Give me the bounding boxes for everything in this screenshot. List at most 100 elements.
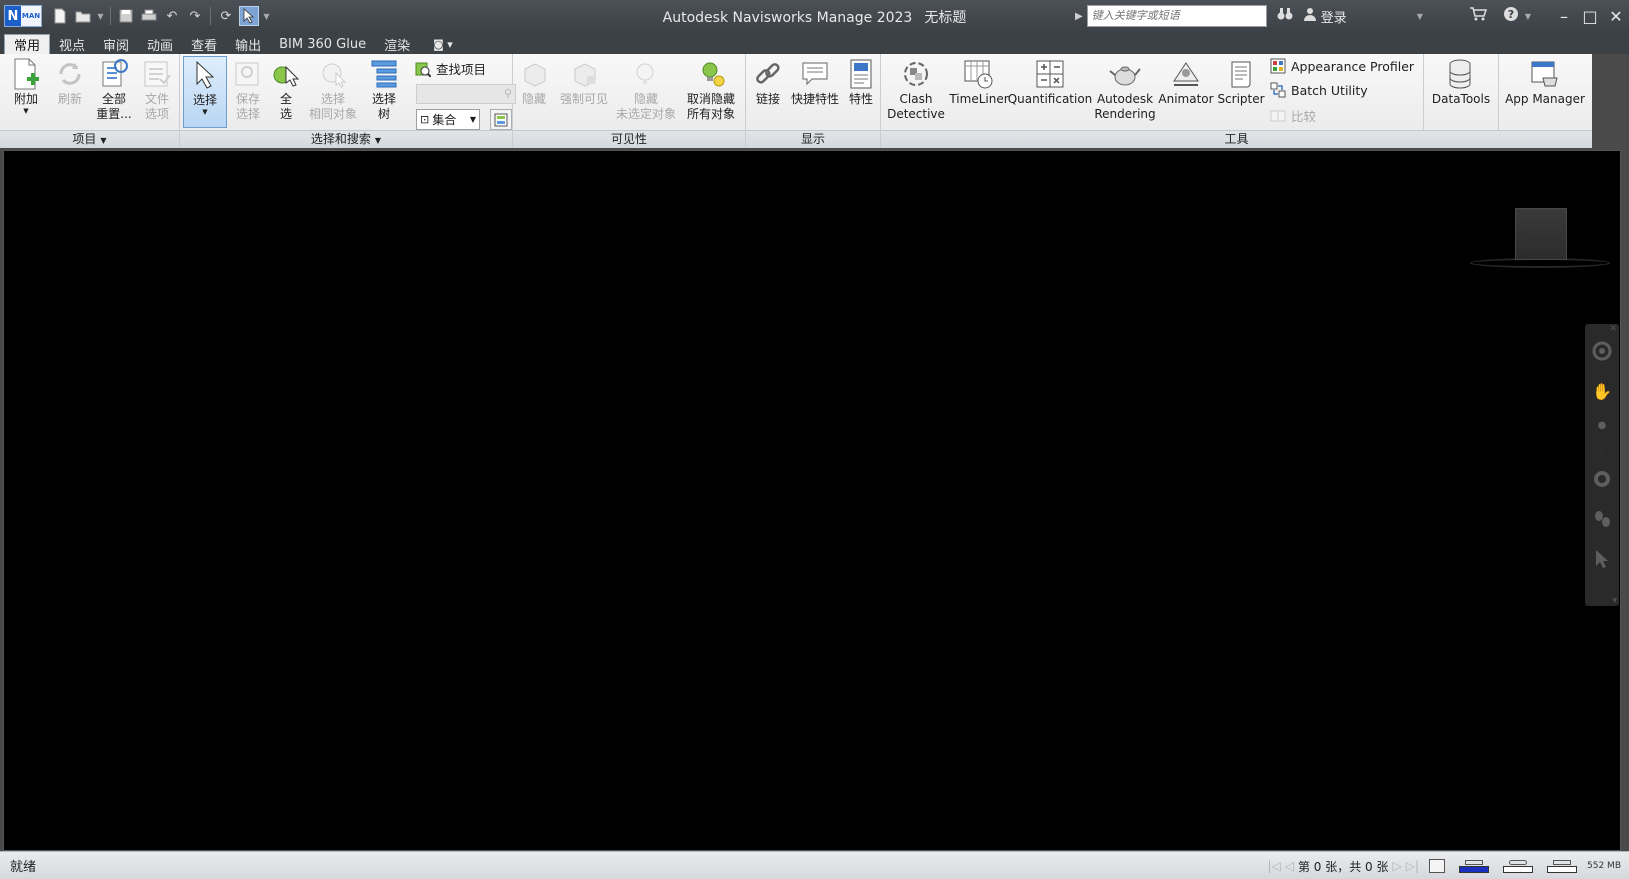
binoculars-icon[interactable] bbox=[1277, 7, 1293, 25]
open-dropdown-icon[interactable]: ▼ bbox=[96, 6, 105, 26]
animator-button[interactable]: Animator bbox=[1157, 56, 1215, 107]
select-button[interactable]: 选择 ▼ bbox=[183, 56, 227, 128]
memory-usage: 552 MB bbox=[1587, 861, 1621, 871]
quick-properties-button[interactable]: 快捷特性 bbox=[788, 56, 842, 107]
search-input[interactable] bbox=[1086, 5, 1267, 27]
batch-utility-button[interactable]: Batch Utility bbox=[1269, 82, 1368, 98]
save-icon[interactable] bbox=[116, 6, 136, 26]
select-same-button[interactable]: 选择 相同对象 bbox=[304, 56, 362, 122]
sets-dropdown[interactable]: ⊡ 集合 ▼ bbox=[416, 109, 480, 130]
unhide-all-button[interactable]: 取消隐藏 所有对象 bbox=[681, 56, 741, 122]
tab-home[interactable]: 常用 bbox=[4, 34, 51, 54]
select-same-label-2: 相同对象 bbox=[308, 107, 357, 121]
appearance-profiler-button[interactable]: Appearance Profiler bbox=[1269, 58, 1414, 74]
compare-button[interactable]: 比较 bbox=[1269, 106, 1316, 125]
tab-animation[interactable]: 动画 bbox=[138, 34, 182, 54]
web-server-icon bbox=[1553, 859, 1572, 865]
quantification-button[interactable]: Quantification bbox=[1007, 56, 1093, 107]
autodesk-rendering-label-2: Rendering bbox=[1094, 107, 1156, 121]
select-all-label-2: 选 bbox=[279, 107, 292, 121]
selection-tree-button[interactable]: 选择 树 bbox=[366, 56, 402, 122]
refresh-icon[interactable]: ⟳ bbox=[216, 6, 236, 26]
panel-select-search-label[interactable]: 选择和搜索 ▼ bbox=[180, 130, 512, 148]
user-icon[interactable] bbox=[1303, 7, 1317, 25]
app-manager-button[interactable]: App Manager bbox=[1501, 56, 1589, 107]
first-page-icon[interactable]: |◁ bbox=[1267, 859, 1280, 873]
append-dropdown-icon[interactable]: ▼ bbox=[23, 107, 28, 115]
new-file-icon[interactable] bbox=[50, 6, 70, 26]
file-options-button[interactable]: 文件 选项 bbox=[140, 56, 174, 122]
require-button[interactable]: 强制可见 bbox=[555, 56, 613, 107]
login-dropdown-icon[interactable]: ▼ bbox=[1417, 12, 1423, 21]
selection-tree-icon bbox=[367, 56, 401, 92]
zoom-dropdown-icon[interactable]: ⋮ bbox=[1589, 442, 1615, 456]
quick-find-input[interactable]: ⚲ bbox=[416, 84, 516, 104]
clash-detective-button[interactable]: Clash Detective bbox=[885, 56, 947, 122]
select-same-icon bbox=[316, 56, 350, 92]
document-title: 无标题 bbox=[924, 10, 967, 26]
tab-review[interactable]: 审阅 bbox=[94, 34, 138, 54]
login-link[interactable]: 登录 bbox=[1321, 7, 1347, 26]
select-cursor-icon[interactable] bbox=[1589, 546, 1615, 572]
undo-icon[interactable]: ↶ bbox=[162, 6, 182, 26]
refresh-button[interactable]: 刷新 bbox=[52, 56, 88, 107]
close-button[interactable]: ✕ bbox=[1603, 7, 1629, 26]
save-selection-button[interactable]: 保存 选择 bbox=[230, 56, 266, 122]
clash-detective-label-2: Detective bbox=[887, 107, 945, 121]
animator-icon bbox=[1169, 56, 1203, 92]
tab-render[interactable]: 渲染 bbox=[375, 34, 419, 54]
quick-find-search-icon[interactable]: ⚲ bbox=[504, 87, 512, 100]
select-cursor-icon[interactable] bbox=[239, 6, 259, 26]
scene-viewport[interactable]: ✕ ✋ ● ⋮ ▾ bbox=[3, 150, 1621, 851]
tab-viewpoint[interactable]: 视点 bbox=[50, 34, 94, 54]
viewcube[interactable] bbox=[1515, 208, 1567, 260]
properties-button[interactable]: 特性 bbox=[844, 56, 878, 107]
select-dropdown-icon[interactable]: ▼ bbox=[202, 108, 207, 116]
steering-wheel-icon[interactable] bbox=[1589, 338, 1615, 364]
navbar-customize-icon[interactable]: ▾ bbox=[1612, 596, 1617, 606]
open-folder-icon[interactable] bbox=[73, 6, 93, 26]
reset-all-label-1: 全部 bbox=[101, 92, 126, 106]
sheet-browser-icon[interactable] bbox=[1429, 859, 1446, 873]
quantification-label: Quantification bbox=[1007, 92, 1093, 106]
tab-output[interactable]: 输出 bbox=[226, 34, 270, 54]
look-icon[interactable] bbox=[1589, 506, 1615, 532]
orbit-icon[interactable] bbox=[1589, 466, 1615, 492]
cart-icon[interactable] bbox=[1469, 7, 1487, 25]
help-icon[interactable]: ? bbox=[1503, 6, 1519, 26]
app-logo-letter: N bbox=[5, 6, 21, 26]
application-menu-button[interactable]: N MAN bbox=[4, 5, 42, 27]
scripter-button[interactable]: Scripter bbox=[1215, 56, 1267, 107]
maximize-button[interactable]: □ bbox=[1577, 7, 1603, 26]
select-all-button[interactable]: 全 选 bbox=[268, 56, 304, 122]
prev-page-icon[interactable]: ◁ bbox=[1285, 859, 1294, 873]
minimize-button[interactable]: – bbox=[1551, 7, 1577, 26]
print-icon[interactable] bbox=[139, 6, 159, 26]
separator bbox=[1423, 54, 1424, 130]
manage-sets-button[interactable] bbox=[490, 109, 512, 130]
help-dropdown-icon[interactable]: ▼ bbox=[1525, 12, 1531, 21]
autodesk-rendering-button[interactable]: Autodesk Rendering bbox=[1093, 56, 1157, 122]
append-button[interactable]: 附加 ▼ bbox=[8, 56, 44, 115]
redo-icon[interactable]: ↷ bbox=[185, 6, 205, 26]
next-page-icon[interactable]: ▷ bbox=[1393, 859, 1402, 873]
tab-bim360-glue[interactable]: BIM 360 Glue bbox=[270, 34, 375, 54]
web-server-progress-bar bbox=[1547, 865, 1578, 873]
find-items-button[interactable]: 查找项目 bbox=[414, 59, 486, 78]
zoom-icon[interactable]: ● bbox=[1589, 418, 1615, 432]
last-page-icon[interactable]: ▷| bbox=[1406, 859, 1419, 873]
timeliner-button[interactable]: TimeLiner bbox=[949, 56, 1009, 107]
tab-view[interactable]: 查看 bbox=[182, 34, 226, 54]
hide-unselected-button[interactable]: 隐藏 未选定对象 bbox=[613, 56, 679, 122]
hide-button[interactable]: 隐藏 bbox=[517, 56, 551, 107]
links-button[interactable]: 链接 bbox=[750, 56, 786, 107]
search-expand-icon[interactable]: ▶ bbox=[1075, 11, 1083, 22]
panel-project-label[interactable]: 项目 ▼ bbox=[0, 130, 179, 148]
navbar-close-icon[interactable]: ✕ bbox=[1609, 324, 1617, 334]
pan-hand-icon[interactable]: ✋ bbox=[1589, 378, 1615, 404]
customize-qat-dropdown-icon[interactable]: ▼ bbox=[262, 6, 271, 26]
reset-all-button[interactable]: 全部 重置... bbox=[94, 56, 134, 122]
pencil-progress-bar bbox=[1459, 865, 1490, 873]
datatools-button[interactable]: DataTools bbox=[1427, 56, 1495, 107]
ribbon-options-icon[interactable]: ◙ ▾ bbox=[433, 34, 453, 54]
